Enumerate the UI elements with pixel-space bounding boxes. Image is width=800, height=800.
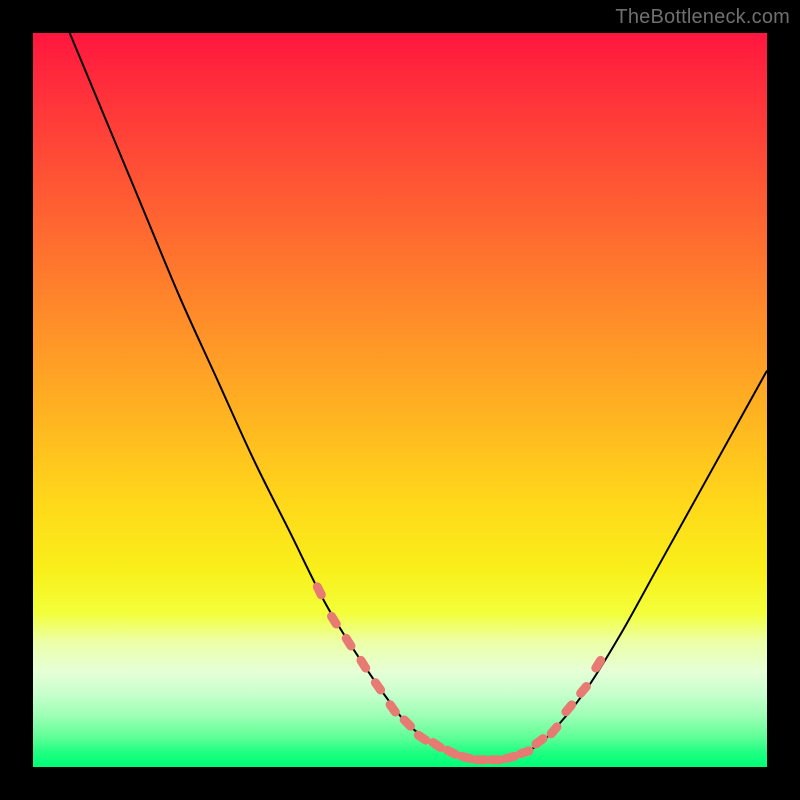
curve-svg <box>33 33 767 767</box>
curve-marker <box>515 745 535 759</box>
chart-frame: TheBottleneck.com <box>0 0 800 800</box>
curve-marker <box>590 654 607 674</box>
curve-marker <box>340 632 357 652</box>
curve-marker <box>355 654 372 674</box>
curve-marker <box>560 699 578 719</box>
marker-group <box>311 581 607 764</box>
watermark-text: TheBottleneck.com <box>615 6 790 29</box>
curve-marker <box>311 581 327 601</box>
bottleneck-curve <box>70 33 767 760</box>
plot-area <box>33 33 767 767</box>
